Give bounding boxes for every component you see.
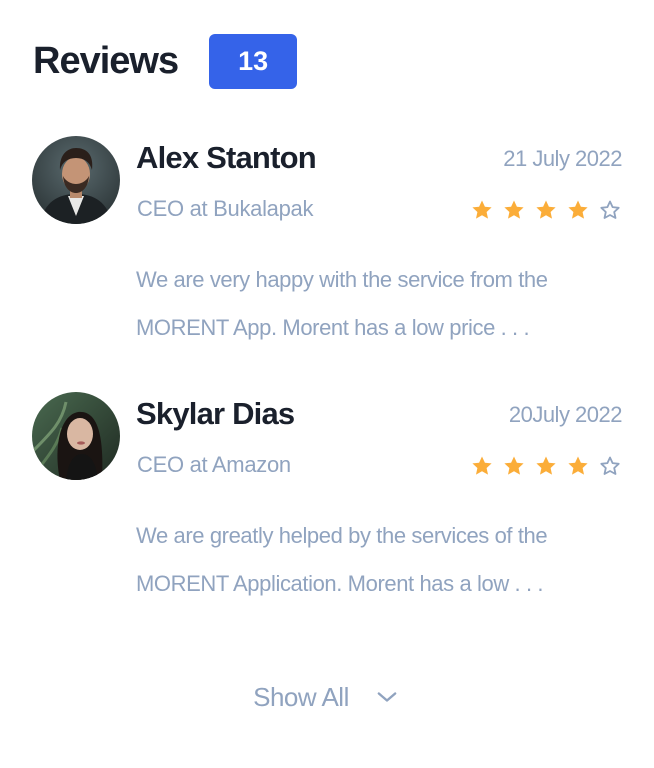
star-filled-icon: [536, 456, 556, 475]
star-rating: [470, 198, 622, 222]
star-outline-icon: [600, 456, 620, 475]
star-filled-icon: [568, 456, 588, 475]
reviews-header: Reviews 13: [33, 33, 298, 89]
star-filled-icon: [504, 456, 524, 475]
reviews-title: Reviews: [33, 40, 179, 82]
star-outline-icon: [600, 200, 620, 219]
reviewer-role: CEO at Amazon: [137, 452, 291, 477]
review-text: We are very happy with the service from …: [136, 267, 548, 340]
reviewer-name: Skylar Dias: [136, 396, 295, 431]
chevron-down-icon: [377, 692, 397, 702]
reviewer-name: Alex Stanton: [136, 140, 317, 175]
star-filled-icon: [472, 200, 492, 219]
show-all-label: Show All: [253, 682, 349, 712]
show-all-button[interactable]: Show All: [0, 674, 654, 720]
star-filled-icon: [568, 200, 588, 219]
review-date: 21 July 2022: [503, 146, 622, 171]
star-rating: [470, 454, 622, 478]
avatar: [32, 136, 120, 224]
review-item: Alex Stanton CEO at Bukalapak 21 July 20…: [32, 136, 622, 356]
star-filled-icon: [536, 200, 556, 219]
avatar-photo: [32, 136, 120, 224]
avatar: [32, 392, 120, 480]
reviews-count-badge: 13: [209, 33, 298, 89]
review-date: 20July 2022: [508, 402, 623, 427]
reviews-card: Reviews 13 Alex Stanton CEO at Bukalapak…: [0, 0, 654, 768]
review-text: We are greatly helped by the services of…: [136, 523, 548, 596]
reviewer-role: CEO at Bukalapak: [137, 196, 314, 221]
star-filled-icon: [504, 200, 524, 219]
star-filled-icon: [472, 456, 492, 475]
review-item: Skylar Dias CEO at Amazon 20July 2022 We…: [32, 392, 623, 612]
avatar-photo: [32, 392, 120, 480]
